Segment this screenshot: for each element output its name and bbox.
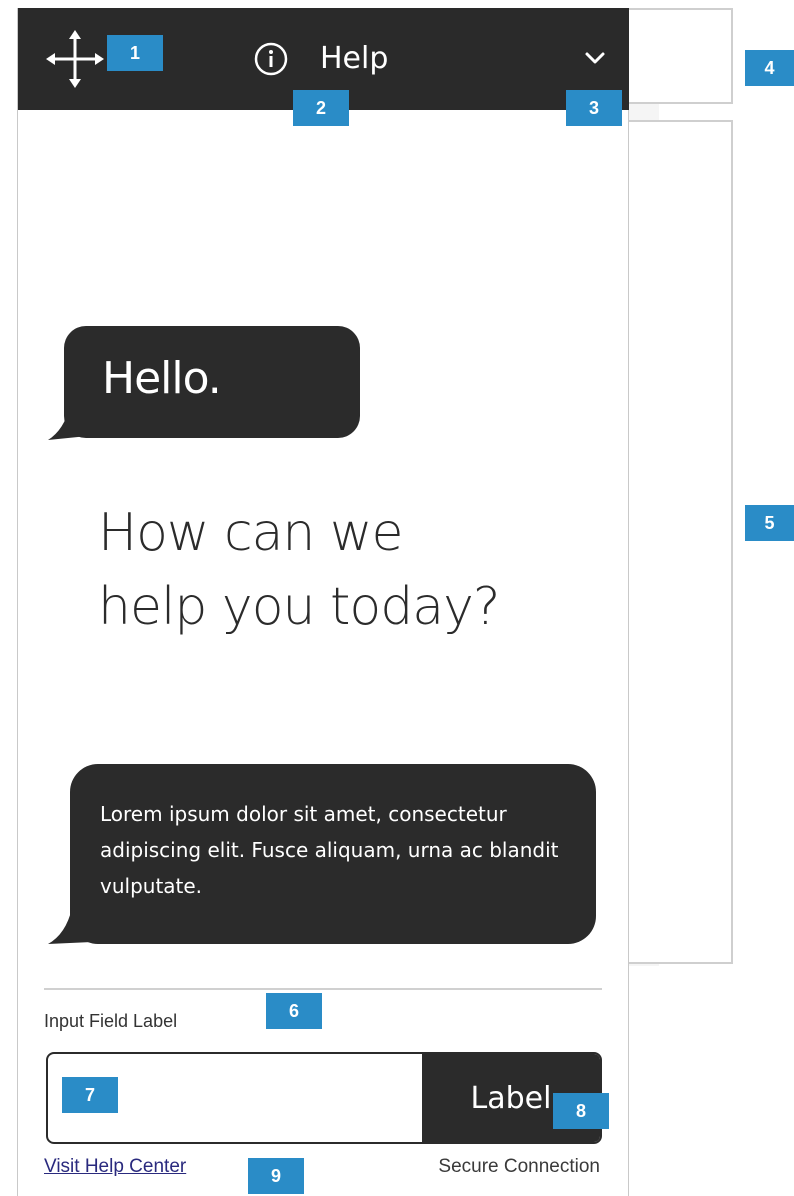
secure-connection-text: Secure Connection (438, 1156, 600, 1177)
move-arrows-icon[interactable] (44, 28, 106, 90)
annotation-badge-5: 5 (745, 505, 794, 541)
annotation-badge-2: 2 (293, 90, 349, 126)
greeting-bubble-tail (48, 406, 88, 440)
secondary-main-box (629, 120, 733, 964)
input-group: Label (46, 1052, 602, 1144)
annotation-badge-4: 4 (745, 50, 794, 86)
headline-line-1: How can we (98, 503, 403, 563)
chevron-down-icon[interactable] (584, 50, 606, 66)
annotation-badge-9: 9 (248, 1158, 304, 1194)
annotation-badge-6: 6 (266, 993, 322, 1029)
visit-help-center-link[interactable]: Visit Help Center (44, 1156, 186, 1178)
secondary-top-box (629, 8, 733, 104)
info-circle-icon (254, 42, 288, 76)
message-bubble: Lorem ipsum dolor sit amet, consectetur … (70, 764, 596, 944)
annotation-badge-8: 8 (553, 1093, 609, 1129)
greeting-text: Hello. (102, 353, 222, 404)
headline-line-2: help you today? (98, 577, 500, 637)
divider (44, 988, 602, 990)
help-panel: Help Hello. How can we help you today? L… (17, 8, 629, 1196)
input-field-label: Input Field Label (44, 1011, 178, 1031)
welcome-headline: How can we help you today? (98, 496, 598, 644)
panel-title: Help (320, 41, 389, 76)
annotation-badge-7: 7 (62, 1077, 118, 1113)
message-bubble-tail (48, 908, 92, 944)
annotation-badge-1: 1 (107, 35, 163, 71)
message-text: Lorem ipsum dolor sit amet, consectetur … (100, 802, 559, 898)
annotation-badge-3: 3 (566, 90, 622, 126)
greeting-bubble: Hello. (64, 326, 360, 438)
